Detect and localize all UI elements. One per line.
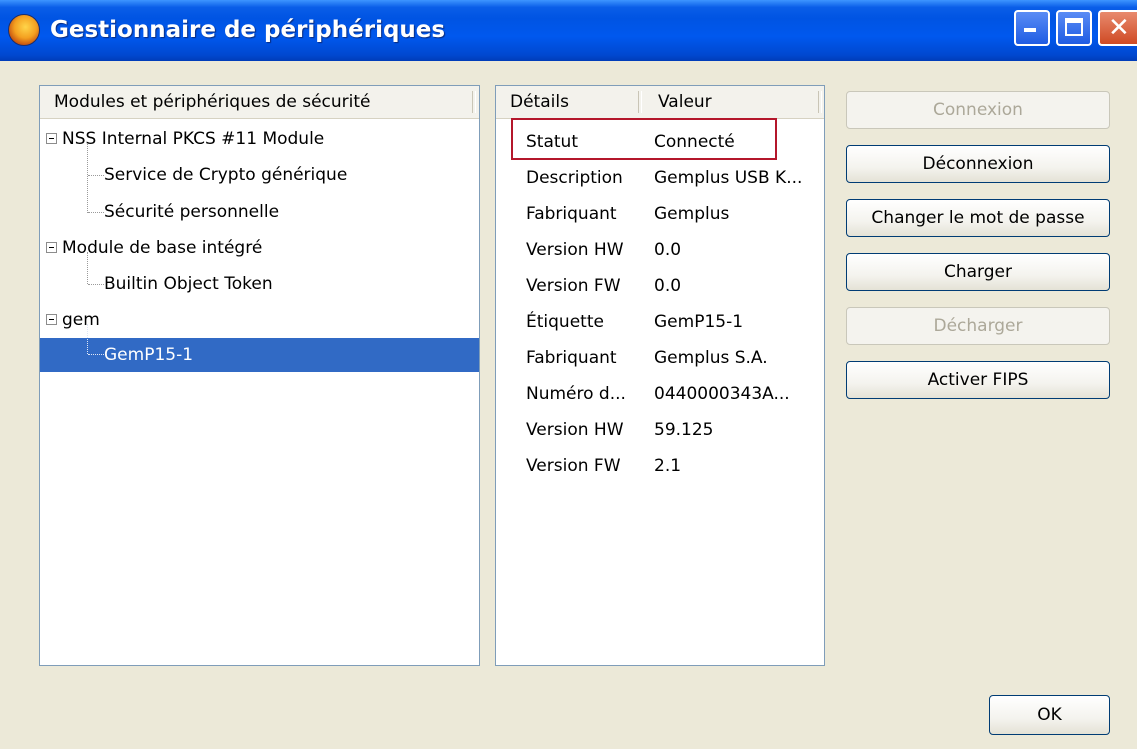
- details-column-header: Détails Valeur: [496, 86, 824, 119]
- firefox-icon: [8, 14, 40, 46]
- title-bar: Gestionnaire de périphériques ✕: [0, 0, 1137, 61]
- detail-row: Version HW 59.125: [496, 413, 824, 447]
- tree-item-module-base[interactable]: Module de base intégré: [40, 231, 479, 265]
- detail-row: Version FW 0.0: [496, 269, 824, 303]
- collapse-toggle-icon[interactable]: [46, 314, 57, 325]
- tree-connector: [87, 143, 88, 213]
- tree-item-securite-personnelle[interactable]: Sécurité personnelle: [104, 195, 279, 229]
- tree-connector: [88, 175, 104, 176]
- ok-button[interactable]: OK: [989, 695, 1110, 735]
- detail-value: 0440000343A...: [654, 384, 790, 404]
- detail-key: Fabriquant: [526, 204, 617, 224]
- tree-item-gem[interactable]: gem: [40, 303, 479, 337]
- detail-value: GemP15-1: [654, 312, 744, 332]
- tree-item-label: Service de Crypto générique: [104, 165, 348, 185]
- tree-item-label: NSS Internal PKCS #11 Module: [62, 129, 325, 149]
- detail-row: Numéro d... 0440000343A...: [496, 377, 824, 411]
- detail-key: Description: [526, 168, 623, 188]
- tree-column-header[interactable]: Modules et périphériques de sécurité: [40, 86, 479, 119]
- detail-value: Gemplus: [654, 204, 730, 224]
- detail-value: 0.0: [654, 240, 682, 260]
- tree-item-label: Module de base intégré: [62, 238, 263, 258]
- tree-header-label: Modules et périphériques de sécurité: [54, 92, 371, 112]
- detail-key: Version FW: [526, 456, 621, 476]
- detail-key: Fabriquant: [526, 348, 617, 368]
- detail-value: 0.0: [654, 276, 682, 296]
- decharger-button[interactable]: Décharger: [846, 307, 1110, 345]
- tree-item-label: gem: [62, 310, 100, 330]
- tree-connector: [88, 354, 104, 355]
- detail-row: Version FW 2.1: [496, 449, 824, 483]
- charger-button[interactable]: Charger: [846, 253, 1110, 291]
- change-password-button[interactable]: Changer le mot de passe: [846, 199, 1110, 237]
- detail-value: 2.1: [654, 456, 682, 476]
- column-separator: [818, 91, 822, 113]
- tree-item-builtin-token[interactable]: Builtin Object Token: [104, 267, 273, 301]
- tree-item-gemp15[interactable]: GemP15-1: [104, 338, 193, 372]
- details-header-value[interactable]: Valeur: [658, 86, 712, 119]
- status-highlight-box: [511, 118, 777, 160]
- deconnexion-button[interactable]: Déconnexion: [846, 145, 1110, 183]
- detail-row: Étiquette GemP15-1: [496, 305, 824, 339]
- detail-key: Version FW: [526, 276, 621, 296]
- detail-key: Version HW: [526, 240, 624, 260]
- collapse-toggle-icon[interactable]: [46, 133, 57, 144]
- minimize-icon: [1024, 28, 1036, 32]
- detail-value: 59.125: [654, 420, 714, 440]
- connexion-button[interactable]: Connexion: [846, 91, 1110, 129]
- detail-value: Gemplus USB K...: [654, 168, 803, 188]
- detail-key: Étiquette: [526, 312, 604, 332]
- maximize-button[interactable]: [1056, 10, 1092, 46]
- tree-item-label: GemP15-1: [104, 345, 194, 365]
- tree-item-nss-module[interactable]: NSS Internal PKCS #11 Module: [40, 122, 479, 156]
- close-button[interactable]: ✕: [1098, 10, 1137, 46]
- detail-value: Gemplus S.A.: [654, 348, 768, 368]
- detail-row: Fabriquant Gemplus S.A.: [496, 341, 824, 375]
- tree-item-label: Builtin Object Token: [104, 274, 273, 294]
- tree-connector: [87, 324, 88, 354]
- detail-row: Version HW 0.0: [496, 233, 824, 267]
- details-table[interactable]: Détails Valeur Statut Connecté Descriptio…: [495, 85, 825, 666]
- column-separator: [472, 91, 476, 113]
- details-header-key[interactable]: Détails: [510, 86, 569, 119]
- window-title: Gestionnaire de périphériques: [50, 17, 446, 43]
- tree-connector: [87, 252, 88, 284]
- collapse-toggle-icon[interactable]: [46, 242, 57, 253]
- close-icon: ✕: [1108, 13, 1130, 43]
- detail-row: Description Gemplus USB K...: [496, 161, 824, 195]
- detail-key: Numéro d...: [526, 384, 626, 404]
- column-separator[interactable]: [638, 91, 642, 113]
- detail-key: Version HW: [526, 420, 624, 440]
- minimize-button[interactable]: [1014, 10, 1050, 46]
- maximize-icon: [1065, 18, 1083, 36]
- tree-item-crypto-service[interactable]: Service de Crypto générique: [104, 158, 347, 192]
- detail-row: Fabriquant Gemplus: [496, 197, 824, 231]
- tree-item-label: Sécurité personnelle: [104, 202, 280, 222]
- tree-connector: [88, 284, 104, 285]
- activer-fips-button[interactable]: Activer FIPS: [846, 361, 1110, 399]
- tree-connector: [88, 212, 104, 213]
